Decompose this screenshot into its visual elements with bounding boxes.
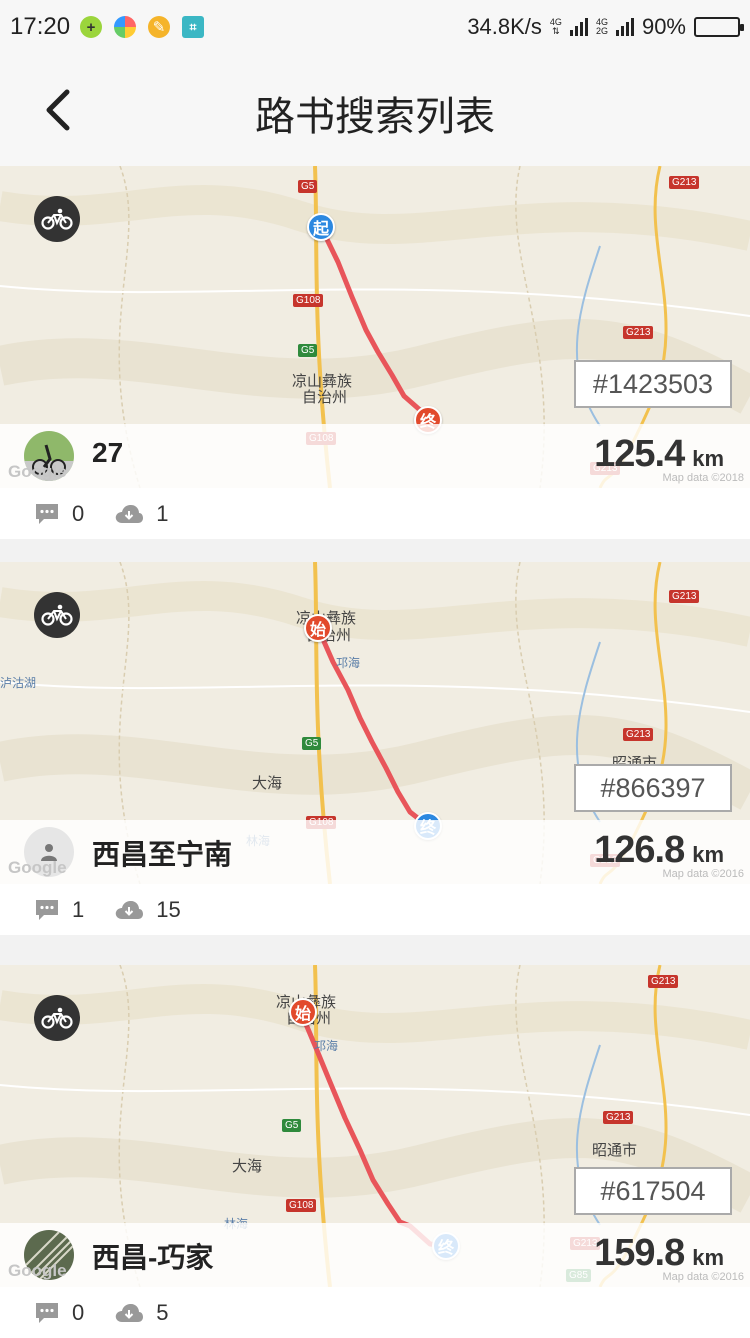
start-marker: 始	[289, 998, 317, 1026]
route-id-tag: #1423503	[574, 360, 732, 408]
google-logo: Google	[8, 1261, 67, 1280]
bicycle-icon	[34, 196, 80, 242]
google-logo: Google	[8, 858, 67, 877]
route-stats: 05	[0, 1287, 750, 1338]
comment-stat[interactable]: 0	[34, 501, 84, 527]
comment-stat[interactable]: 0	[34, 1300, 84, 1326]
route-map[interactable]: 凉山彝族自治州昭通市邛海大海林海G5G108G213G213G213G85始终#…	[0, 965, 750, 1287]
download-stat[interactable]: 1	[114, 500, 169, 527]
route-name: 西昌-巧家	[92, 1242, 214, 1273]
route-map[interactable]: 凉山彝族自治州昭通市G5G108G108G213G213G213G5起终#142…	[0, 166, 750, 488]
page-title: 路书搜索列表	[255, 95, 495, 139]
bicycle-icon	[34, 995, 80, 1041]
route-card[interactable]: 凉山彝族自治州昭通市G5G108G108G213G213G213G5起终#142…	[0, 166, 750, 539]
road-shield: G5	[302, 737, 322, 750]
route-card[interactable]: 凉山彝族自治州昭通市邛海大海林海G5G108G213G213G213G85始终#…	[0, 965, 750, 1338]
route-info-band: 西昌至宁南 126.8 km Google Map data ©2016	[0, 820, 750, 884]
status-right: 34.8K/s 4G ⇅ 4G 2G 90%	[467, 14, 744, 40]
place-label: 邛海	[314, 1039, 339, 1053]
download-count: 1	[156, 500, 169, 526]
place-label: 泸沽湖	[0, 676, 37, 690]
place-label: 大海	[252, 775, 283, 792]
comment-count: 0	[72, 500, 85, 526]
route-id-tag: #866397	[574, 764, 732, 812]
net-speed: 34.8K/s	[467, 14, 542, 39]
download-count: 15	[156, 896, 181, 922]
battery-percent: 90%	[641, 14, 686, 39]
app-icon-plus: +	[80, 16, 103, 38]
battery-icon	[694, 17, 744, 37]
comment-count: 1	[72, 896, 85, 922]
net-tag-4g2g: 4G 2G	[595, 17, 608, 36]
route-line	[315, 625, 431, 829]
status-bar: 17:20 + ✎ ⌗ 34.8K/s 4G ⇅ 4G 2G 90%	[0, 0, 750, 54]
place-label: 大海	[232, 1158, 263, 1175]
download-stat[interactable]: 5	[114, 1299, 169, 1326]
route-id-tag: #617504	[574, 1167, 732, 1215]
bicycle-icon	[34, 592, 80, 638]
distance-unit: km	[692, 842, 724, 867]
distance-value: 126.8	[594, 829, 685, 871]
cloud-download-icon	[116, 504, 144, 523]
road-shield: G108	[286, 1199, 317, 1212]
road-shield: G213	[669, 590, 700, 603]
road-shield: G213	[603, 1111, 634, 1124]
route-map[interactable]: 凉山彝族自治州昭通市邛海大海林海泸沽湖G5G108G213G213G213始终#…	[0, 562, 750, 884]
status-time: 17:20	[10, 13, 71, 40]
google-logo: Google	[8, 462, 67, 481]
comment-stat[interactable]: 1	[34, 897, 84, 923]
comment-icon	[36, 503, 58, 524]
road-shield: G213	[669, 176, 700, 189]
app-icon-scan: ⌗	[182, 16, 205, 38]
route-card[interactable]: 凉山彝族自治州昭通市邛海大海林海泸沽湖G5G108G213G213G213始终#…	[0, 562, 750, 935]
distance-unit: km	[692, 446, 724, 471]
signal-icon-2	[615, 18, 634, 36]
road-shield: G213	[623, 326, 654, 339]
cloud-download-icon	[116, 1303, 144, 1322]
map-credit: Map data ©2016	[662, 1271, 745, 1283]
route-stats: 01	[0, 488, 750, 539]
route-info-band: 27 125.4 km Google Map data ©2018	[0, 424, 750, 488]
nav-bar: 路书搜索列表	[0, 54, 750, 166]
map-credit: Map data ©2018	[662, 472, 745, 484]
comment-icon	[36, 1302, 58, 1323]
start-marker: 起	[307, 213, 335, 241]
road-shield: G5	[298, 180, 318, 193]
route-name: 西昌至宁南	[92, 839, 233, 870]
route-distance: 126.8 km	[594, 829, 724, 872]
road-shield: G5	[298, 344, 318, 357]
distance-unit: km	[692, 1245, 724, 1270]
route-stats: 1 15	[0, 884, 750, 935]
download-stat[interactable]: 15	[114, 896, 181, 923]
distance-value: 125.4	[594, 433, 685, 475]
route-info-band: 西昌-巧家 159.8 km Google Map data ©2016	[0, 1223, 750, 1287]
start-marker: 始	[304, 614, 332, 642]
place-label: 自治州	[302, 389, 348, 406]
place-label: 邛海	[336, 656, 361, 670]
road-shield: G5	[282, 1119, 302, 1132]
download-count: 5	[156, 1299, 169, 1325]
road-shield: G213	[623, 728, 654, 741]
place-label: 昭通市	[592, 1142, 638, 1159]
road-shield: G213	[648, 975, 679, 988]
map-credit: Map data ©2016	[662, 868, 745, 880]
route-name: 27	[92, 437, 124, 468]
road-shield: G108	[293, 294, 324, 307]
signal-icon	[569, 18, 588, 36]
net-tag-4g: 4G ⇅	[549, 17, 562, 36]
route-distance: 125.4 km	[594, 433, 724, 476]
app-icon-compass: ✎	[148, 16, 171, 38]
comment-count: 0	[72, 1299, 85, 1325]
comment-icon	[36, 899, 58, 920]
route-distance: 159.8 km	[594, 1232, 724, 1275]
cloud-download-icon	[116, 900, 144, 919]
distance-value: 159.8	[594, 1232, 685, 1274]
app-icon-pinwheel	[114, 16, 137, 38]
